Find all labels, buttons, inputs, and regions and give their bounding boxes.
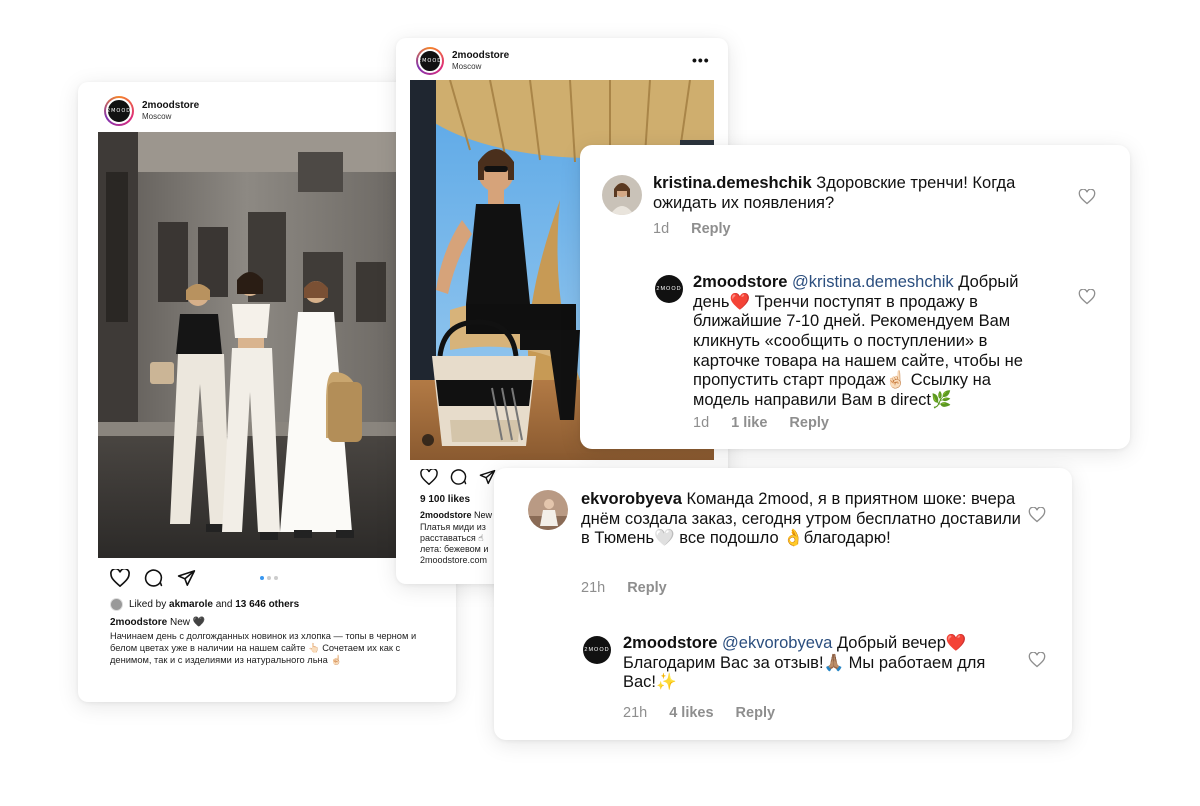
reply-meta: 1d 1 like Reply [693,415,829,431]
reply-username[interactable]: 2moodstore [693,273,787,291]
comment-text-block: ekvorobyeva Команда 2mood, я в приятном … [581,490,1021,549]
post-photo-street[interactable] [98,132,396,558]
reply-button[interactable]: Reply [627,580,667,596]
reply-text-block: 2moodstore @ekvorobyeva Добрый вечер❤️ Б… [623,634,1003,693]
reply-mention[interactable]: @ekvorobyeva [722,634,832,652]
caption-text: Платья миди из расставаться ☝ лета: беже… [420,522,488,566]
carousel-dot [274,576,278,580]
reply-likes[interactable]: 4 likes [669,705,713,721]
liked-user[interactable]: akmarole [169,599,213,610]
caption-header: 2moodstore New [420,510,492,520]
reply-button[interactable]: Reply [789,415,829,431]
comment-icon[interactable] [144,568,163,587]
heart-icon[interactable] [420,468,438,485]
caption-username[interactable]: 2moodstore [420,510,472,520]
comment-thread-1: kristina.demeshchik Здоровские тренчи! К… [580,145,1130,449]
reply-mention[interactable]: @kristina.demeshchik [792,273,954,291]
store-avatar[interactable]: 2MOOD [655,275,683,303]
commenter-username[interactable]: ekvorobyeva [581,490,682,508]
like-reply-icon[interactable] [1078,288,1096,305]
carousel-indicator [260,576,278,580]
comment-time: 1d [653,221,670,237]
reply-meta: 21h 4 likes Reply [623,705,775,721]
store-avatar[interactable]: 2MOOD [583,636,611,664]
post-username[interactable]: 2moodstore [452,50,509,62]
liked-by: Liked by akmarole and 13 646 others [110,598,299,611]
comment-time: 21h [581,580,606,596]
liked-and: and [215,599,233,610]
like-comment-icon[interactable] [1078,188,1096,205]
post-header: 2MOOD 2moodstore Moscow [416,47,509,75]
like-comment-icon[interactable] [1028,506,1046,523]
reply-text: Добрый день❤️ Тренчи поступят в продажу … [693,273,1023,409]
reply-likes[interactable]: 1 like [731,415,767,431]
reply-time: 21h [623,705,648,721]
carousel-dot [260,576,264,580]
comment-thread-2: ekvorobyeva Команда 2mood, я в приятном … [494,468,1072,740]
comment-meta: 21h Reply [581,580,667,596]
reply-button[interactable]: Reply [691,221,731,237]
commenter-avatar[interactable] [528,490,568,530]
liker-avatar [110,598,123,611]
post-username[interactable]: 2moodstore [142,100,199,112]
comment-meta: 1d Reply [653,221,731,237]
liked-prefix: Liked by [129,599,167,610]
like-reply-icon[interactable] [1028,651,1046,668]
caption-line: лета: бежевом и [420,543,489,554]
likes-count[interactable]: 9 100 likes [420,494,470,505]
post-actions [110,568,196,587]
reply-username[interactable]: 2moodstore [623,634,717,652]
reply-time: 1d [693,415,710,431]
caption-text: Начинаем день с долгожданных новинок из … [110,631,417,665]
post-location[interactable]: Moscow [142,112,199,122]
caption-title: New 🖤 [170,617,206,628]
commenter-username[interactable]: kristina.demeshchik [653,174,812,192]
commenter-avatar[interactable] [602,175,642,215]
caption-username[interactable]: 2moodstore [110,617,167,628]
more-options-icon[interactable]: ••• [692,52,710,68]
liked-count[interactable]: 13 646 others [235,599,299,610]
avatar-logo: 2MOOD [418,49,442,73]
caption-title: New [474,510,493,520]
avatar[interactable]: 2MOOD [104,96,134,126]
caption-line: расставаться ☝ [420,532,484,543]
caption-header: 2moodstore New 🖤 [110,617,205,628]
share-icon[interactable] [177,569,196,587]
comment-text-block: kristina.demeshchik Здоровские тренчи! К… [653,174,1073,213]
comment-icon[interactable] [450,468,467,485]
carousel-dot [267,576,271,580]
reply-text-block: 2moodstore @kristina.demeshchik Добрый д… [693,273,1043,410]
caption-link[interactable]: 2moodstore.com [420,555,488,566]
avatar-logo: 2MOOD [106,98,132,124]
post-header: 2MOOD 2moodstore Moscow [104,96,199,126]
avatar[interactable]: 2MOOD [416,47,444,75]
post-actions [420,468,496,485]
reply-button[interactable]: Reply [736,705,776,721]
heart-icon[interactable] [110,568,130,587]
post-location[interactable]: Moscow [452,62,509,72]
caption-line: Платья миди из [420,522,486,532]
